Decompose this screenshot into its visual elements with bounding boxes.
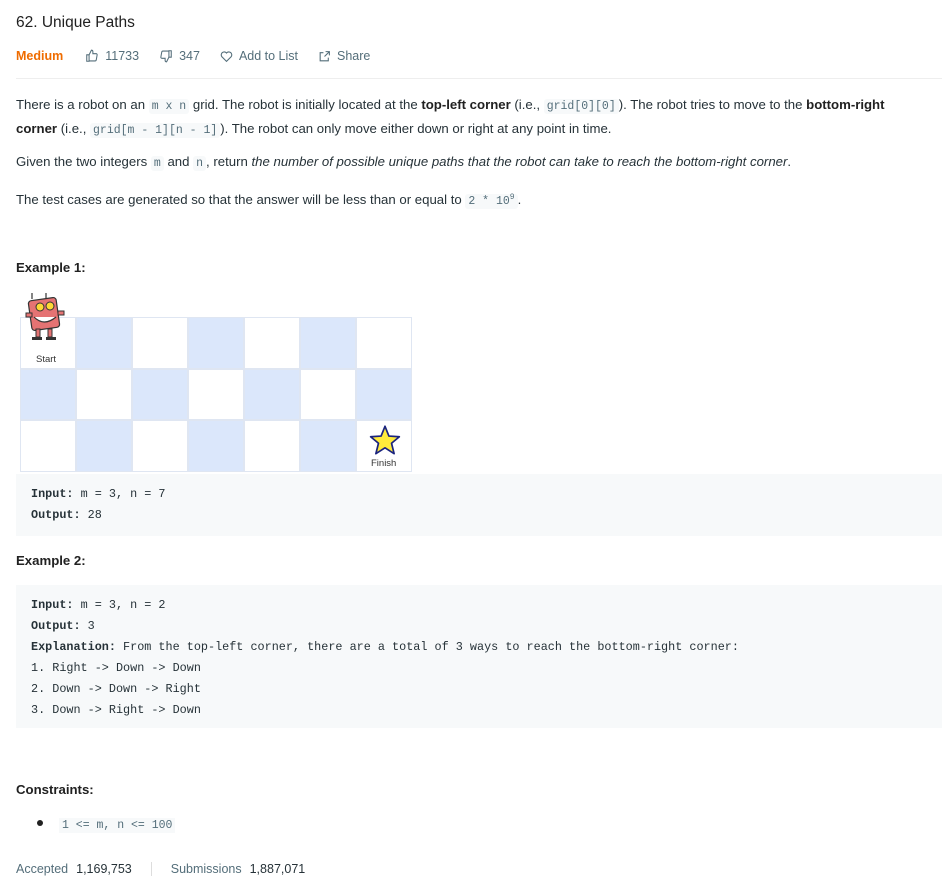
description-paragraph-1: There is a robot on an m x n grid. The r… — [16, 94, 926, 142]
grid-cell — [300, 368, 356, 421]
explanation-step: 2. Down -> Down -> Right — [31, 682, 201, 696]
grid-start-label: Start — [36, 354, 57, 365]
grid-cell — [132, 368, 188, 421]
grid-cell — [356, 368, 412, 421]
text: Given the two integers — [16, 154, 151, 169]
submission-stats: Accepted 1,169,753 Submissions 1,887,071 — [16, 862, 305, 876]
example-1-title: Example 1: — [16, 260, 86, 275]
grid-cell — [244, 317, 300, 369]
constraints-title: Constraints: — [16, 782, 94, 797]
grid-cell — [132, 317, 188, 369]
text: (i.e., — [510, 97, 544, 112]
grid-cell — [244, 368, 300, 421]
example-2-code-block: Input: m = 3, n = 2 Output: 3 Explanatio… — [16, 585, 942, 728]
grid-cell — [188, 420, 244, 472]
input-line: Input: m = 3, n = 7 — [31, 484, 942, 505]
input-label: Input: — [31, 598, 74, 612]
inline-code: n — [193, 156, 207, 171]
output-value: 3 — [80, 619, 95, 633]
grid-cell — [20, 420, 76, 472]
like-button[interactable]: 11733 — [85, 49, 139, 63]
grid-cell — [300, 420, 356, 472]
like-count: 11733 — [105, 49, 140, 63]
example-2-title: Example 2: — [16, 553, 86, 568]
grid-cell — [356, 317, 412, 369]
thumbs-down-icon — [160, 50, 172, 63]
code-exponent: 9 — [509, 193, 515, 202]
text: . — [787, 154, 792, 169]
text: The test cases are generated so that the… — [16, 191, 466, 207]
problem-title: 62. Unique Paths — [16, 14, 135, 31]
text: There is a robot on an — [16, 97, 149, 112]
grid-cell — [76, 420, 132, 472]
text: ). The robot can only move either down o… — [220, 121, 612, 136]
share-label: Share — [337, 49, 371, 63]
robot-icon — [25, 293, 65, 340]
example-1-grid-image: Start Finish — [20, 293, 412, 472]
share-button[interactable]: Share — [318, 49, 370, 63]
share-icon — [319, 50, 330, 61]
constraint-item: 1 <= m, n <= 100 — [59, 818, 176, 833]
text: ). The robot tries to move to the — [618, 97, 807, 112]
grid-cell — [76, 317, 132, 369]
explanation-step: 1. Right -> Down -> Down — [31, 661, 201, 675]
text: grid. The robot is initially located at … — [189, 97, 422, 112]
input-value: m = 3, n = 7 — [73, 487, 166, 501]
grid-cell — [244, 420, 300, 472]
input-line: Input: m = 3, n = 2 — [31, 595, 942, 616]
text: and — [163, 154, 194, 169]
grid-cell — [76, 368, 132, 421]
output-label: Output: — [31, 619, 81, 633]
grid-cell — [188, 368, 244, 421]
text: (i.e., — [57, 121, 91, 136]
description-paragraph-2: Given the two integers m and n, return t… — [16, 151, 926, 175]
inline-code: grid[m - 1][n - 1] — [90, 123, 221, 138]
text: . — [517, 191, 522, 207]
output-label: Output: — [31, 508, 81, 522]
code-base: 2 * 10 — [468, 194, 510, 208]
output-line: Output: 3 — [31, 616, 942, 637]
star-icon — [369, 425, 401, 455]
dislike-count: 347 — [179, 49, 200, 63]
heart-icon — [220, 50, 233, 62]
add-to-list-button[interactable]: Add to List — [220, 49, 298, 63]
grid-cell — [132, 420, 188, 472]
description-paragraph-3: The test cases are generated so that the… — [16, 187, 926, 213]
explanation-line: Explanation: From the top-left corner, t… — [31, 637, 942, 658]
output-line: Output: 28 — [31, 505, 942, 526]
input-value: m = 3, n = 2 — [73, 598, 166, 612]
italic-text: the number of possible unique paths that… — [251, 154, 788, 169]
accepted-label: Accepted — [16, 862, 69, 876]
stats-divider — [150, 862, 152, 876]
explanation-step: 3. Down -> Right -> Down — [31, 703, 201, 717]
dislike-button[interactable]: 347 — [159, 49, 200, 63]
problem-meta-bar: Medium 11733 347 Add to List Share — [16, 47, 390, 65]
explanation-value: From the top-left corner, there are a to… — [115, 640, 739, 654]
grid-cell — [20, 368, 76, 421]
output-value: 28 — [80, 508, 102, 522]
thumbs-up-icon — [86, 49, 98, 62]
inline-code: m x n — [148, 99, 190, 114]
bullet-icon — [37, 820, 43, 826]
accepted-value: 1,169,753 — [76, 862, 132, 876]
text: , return — [206, 154, 252, 169]
explanation-label: Explanation: — [31, 640, 116, 654]
example-1-code-block: Input: m = 3, n = 7 Output: 28 — [16, 474, 942, 536]
inline-code: 2 * 109 — [465, 193, 518, 209]
difficulty-badge: Medium — [16, 49, 64, 63]
submissions-value: 1,887,071 — [249, 862, 306, 876]
add-to-list-label: Add to List — [238, 49, 299, 63]
submissions-label: Submissions — [170, 862, 242, 876]
grid-cell — [300, 317, 356, 369]
header-divider — [16, 78, 942, 79]
inline-code: grid[0][0] — [543, 99, 619, 114]
input-label: Input: — [31, 487, 74, 501]
inline-code: m — [150, 156, 164, 171]
grid-finish-label: Finish — [371, 458, 397, 469]
bold-text: top-left corner — [421, 97, 511, 112]
grid-cell — [188, 317, 244, 369]
